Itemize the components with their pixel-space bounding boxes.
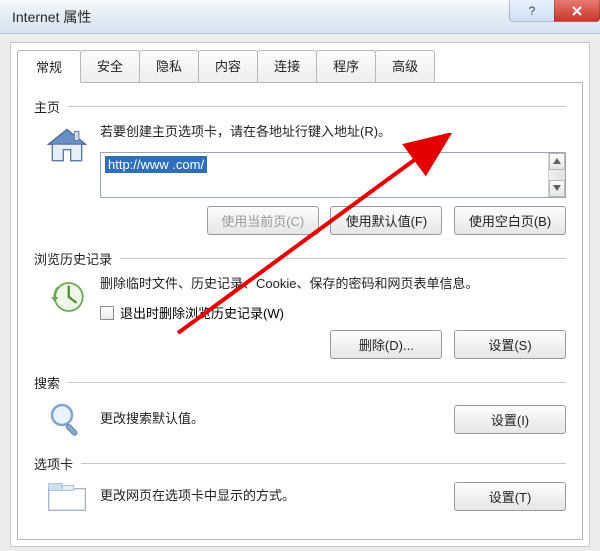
- divider: [68, 382, 566, 383]
- use-current-button[interactable]: 使用当前页(C): [207, 206, 319, 235]
- tabs-desc: 更改网页在选项卡中显示的方式。: [100, 486, 446, 506]
- delete-button[interactable]: 删除(D)...: [330, 330, 442, 359]
- delete-on-exit-checkbox[interactable]: 退出时删除浏览历史记录(W): [100, 303, 566, 322]
- scroll-down-icon[interactable]: [549, 180, 565, 197]
- tab-content[interactable]: 内容: [198, 50, 258, 83]
- tab-programs-label: 程序: [333, 59, 359, 74]
- scrollbar[interactable]: [548, 153, 565, 197]
- window-title: Internet 属性: [12, 7, 91, 27]
- search-settings-button[interactable]: 设置(I): [454, 405, 566, 434]
- tab-strip: 常规 安全 隐私 内容 连接 程序 高级: [17, 50, 583, 83]
- tab-connections-label: 连接: [274, 59, 300, 74]
- home-desc: 若要创建主页选项卡，请在各地址行键入地址(R)。: [100, 122, 566, 142]
- tab-programs[interactable]: 程序: [316, 50, 376, 83]
- tab-security-label: 安全: [97, 59, 123, 74]
- divider: [81, 463, 566, 464]
- tab-security[interactable]: 安全: [80, 50, 140, 83]
- group-home: 主页 若要创建主页选项卡，请在各地址行键入地址(R)。: [34, 97, 566, 235]
- checkbox-icon: [100, 306, 114, 320]
- delete-on-exit-label: 退出时删除浏览历史记录(W): [120, 303, 284, 322]
- home-icon: [45, 124, 89, 168]
- tabs-settings-button[interactable]: 设置(T): [454, 482, 566, 511]
- group-history-title: 浏览历史记录: [34, 249, 112, 268]
- tab-panel-general: 主页 若要创建主页选项卡，请在各地址行键入地址(R)。: [17, 82, 583, 540]
- titlebar: Internet 属性 ?: [0, 0, 600, 34]
- history-settings-button[interactable]: 设置(S): [454, 330, 566, 359]
- history-icon: [46, 276, 88, 318]
- tab-advanced-label: 高级: [392, 59, 418, 74]
- tab-connections[interactable]: 连接: [257, 50, 317, 83]
- home-url-input[interactable]: http://www .com/: [100, 152, 566, 198]
- history-desc: 删除临时文件、历史记录、Cookie、保存的密码和网页表单信息。: [100, 274, 566, 294]
- search-icon: [47, 400, 87, 440]
- group-home-title: 主页: [34, 97, 60, 116]
- tab-privacy[interactable]: 隐私: [139, 50, 199, 83]
- group-history: 浏览历史记录 删除临时文件、历史记录、Cookie、保存的密码和: [34, 249, 566, 360]
- help-button[interactable]: ?: [509, 0, 555, 22]
- use-blank-button[interactable]: 使用空白页(B): [454, 206, 566, 235]
- use-default-button[interactable]: 使用默认值(F): [330, 206, 442, 235]
- window-controls: ?: [510, 0, 600, 22]
- group-tabs-title: 选项卡: [34, 454, 73, 473]
- divider: [120, 258, 566, 259]
- scroll-up-icon[interactable]: [549, 153, 565, 170]
- close-button[interactable]: [554, 0, 600, 22]
- home-url-value: http://www .com/: [105, 156, 207, 173]
- divider: [68, 106, 566, 107]
- tab-general[interactable]: 常规: [17, 50, 81, 83]
- group-tabs: 选项卡 更改网页在选项卡中显示的方式。 设置(T): [34, 454, 566, 513]
- tab-privacy-label: 隐私: [156, 59, 182, 74]
- tab-advanced[interactable]: 高级: [375, 50, 435, 83]
- tab-content-label: 内容: [215, 59, 241, 74]
- dialog-body: 常规 安全 隐私 内容 连接 程序 高级 主页: [10, 42, 590, 547]
- group-search-title: 搜索: [34, 373, 60, 392]
- tab-general-label: 常规: [36, 60, 62, 75]
- search-desc: 更改搜索默认值。: [100, 409, 446, 429]
- svg-text:?: ?: [529, 4, 536, 18]
- tabs-icon: [47, 481, 87, 513]
- group-search: 搜索 更改搜索默认值。 设置(I): [34, 373, 566, 440]
